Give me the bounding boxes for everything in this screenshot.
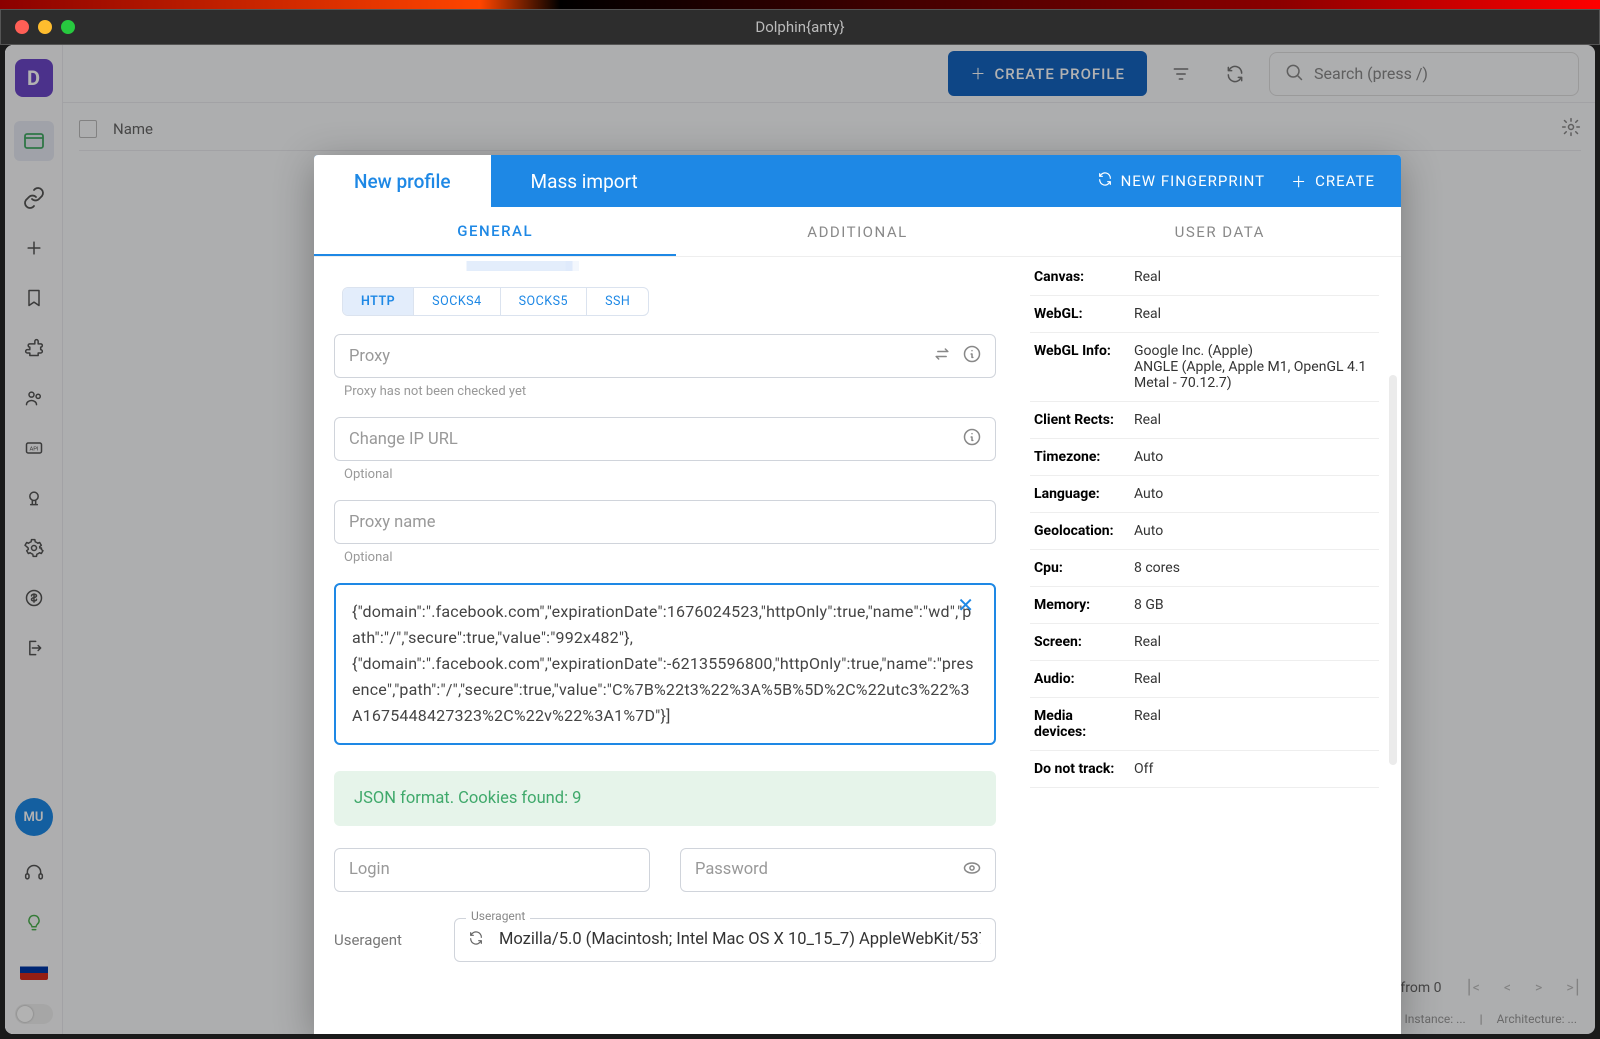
plus-icon: ＋ <box>1291 171 1307 192</box>
swap-icon[interactable] <box>932 344 952 368</box>
cookies-status-banner: JSON format. Cookies found: 9 <box>334 771 996 826</box>
proxy-name-input[interactable] <box>334 500 996 544</box>
userdata-key: Language: <box>1030 476 1130 513</box>
info-icon[interactable] <box>962 344 982 368</box>
app-frame: D API MU ＋ CREATE PROFILE Search (press … <box>5 45 1595 1034</box>
userdata-key: Timezone: <box>1030 439 1130 476</box>
useragent-input[interactable] <box>454 918 996 962</box>
userdata-value: Auto <box>1130 439 1379 476</box>
table-row: Geolocation:Auto <box>1030 513 1379 550</box>
change-ip-input[interactable] <box>334 417 996 461</box>
userdata-key: Cpu: <box>1030 550 1130 587</box>
table-row: Memory:8 GB <box>1030 587 1379 624</box>
new-fingerprint-button[interactable]: NEW FINGERPRINT <box>1097 171 1266 192</box>
userdata-value: Off <box>1130 751 1379 788</box>
form-area: HTTP SOCKS4 SOCKS5 SSH Proxy has not bee… <box>314 257 1016 1034</box>
new-fingerprint-label: NEW FINGERPRINT <box>1121 172 1266 190</box>
login-input[interactable] <box>334 848 650 892</box>
useragent-floating-label: Useragent <box>466 909 530 923</box>
table-row: Media devices:Real <box>1030 698 1379 751</box>
window-titlebar: Dolphin{anty} <box>0 9 1600 45</box>
table-row: Do not track:Off <box>1030 751 1379 788</box>
change-ip-helper: Optional <box>344 467 994 482</box>
create-profile-modal: New profile Mass import NEW FINGERPRINT … <box>314 155 1401 1034</box>
modal-section-tabs: GENERAL ADDITIONAL USER DATA <box>314 207 1401 257</box>
refresh-icon <box>1097 171 1113 191</box>
eye-icon[interactable] <box>962 858 982 882</box>
userdata-value: Real <box>1130 296 1379 333</box>
proxy-input[interactable] <box>334 334 996 378</box>
userdata-value: Auto <box>1130 476 1379 513</box>
tab-mass-import[interactable]: Mass import <box>491 155 678 207</box>
userdata-value: 8 cores <box>1130 550 1379 587</box>
userdata-value: Real <box>1130 624 1379 661</box>
userdata-value: Google Inc. (Apple) ANGLE (Apple, Apple … <box>1130 333 1379 402</box>
password-input[interactable] <box>680 848 996 892</box>
userdata-value: Real <box>1130 661 1379 698</box>
section-tab-additional[interactable]: ADDITIONAL <box>676 207 1038 256</box>
proxy-helper: Proxy has not been checked yet <box>344 384 994 399</box>
desktop-topbar <box>0 0 1600 9</box>
userdata-value: 8 GB <box>1130 587 1379 624</box>
userdata-key: Audio: <box>1030 661 1130 698</box>
userdata-key: Screen: <box>1030 624 1130 661</box>
proxy-type-socks4[interactable]: SOCKS4 <box>414 288 500 315</box>
maximize-window-icon[interactable] <box>61 20 75 34</box>
minimize-window-icon[interactable] <box>38 20 52 34</box>
userdata-key: Canvas: <box>1030 259 1130 296</box>
table-row: Cpu:8 cores <box>1030 550 1379 587</box>
tab-new-profile[interactable]: New profile <box>314 155 491 207</box>
proxy-name-helper: Optional <box>344 550 994 565</box>
create-label: CREATE <box>1315 172 1375 190</box>
userdata-value: Auto <box>1130 513 1379 550</box>
create-button[interactable]: ＋ CREATE <box>1291 171 1375 192</box>
refresh-ua-icon[interactable] <box>468 930 484 950</box>
proxy-type-http[interactable]: HTTP <box>343 288 414 315</box>
window-title: Dolphin{anty} <box>755 18 844 36</box>
table-row: Screen:Real <box>1030 624 1379 661</box>
userdata-value: Real <box>1130 402 1379 439</box>
user-data-table: Canvas:RealWebGL:RealWebGL Info:Google I… <box>1030 259 1379 788</box>
proxy-type-segment: HTTP SOCKS4 SOCKS5 SSH <box>342 287 649 316</box>
table-row: WebGL Info:Google Inc. (Apple) ANGLE (Ap… <box>1030 333 1379 402</box>
close-window-icon[interactable] <box>15 20 29 34</box>
clear-cookies-icon[interactable]: ✕ <box>957 593 974 617</box>
userdata-value: Real <box>1130 259 1379 296</box>
table-row: WebGL:Real <box>1030 296 1379 333</box>
userdata-key: Memory: <box>1030 587 1130 624</box>
table-row: Timezone:Auto <box>1030 439 1379 476</box>
userdata-key: Do not track: <box>1030 751 1130 788</box>
info-icon[interactable] <box>962 427 982 451</box>
cookies-textarea[interactable] <box>334 583 996 745</box>
table-row: Canvas:Real <box>1030 259 1379 296</box>
userdata-key: WebGL Info: <box>1030 333 1130 402</box>
proxy-type-socks5[interactable]: SOCKS5 <box>501 288 587 315</box>
useragent-label: Useragent <box>334 931 434 949</box>
table-row: Language:Auto <box>1030 476 1379 513</box>
table-row: Audio:Real <box>1030 661 1379 698</box>
partial-segment-top <box>334 261 996 271</box>
section-tab-user-data[interactable]: USER DATA <box>1039 207 1401 256</box>
userdata-value: Real <box>1130 698 1379 751</box>
userdata-key: Media devices: <box>1030 698 1130 751</box>
scrollbar-thumb[interactable] <box>1389 375 1397 765</box>
userdata-key: Geolocation: <box>1030 513 1130 550</box>
modal-header: New profile Mass import NEW FINGERPRINT … <box>314 155 1401 207</box>
userdata-key: WebGL: <box>1030 296 1130 333</box>
section-tab-general[interactable]: GENERAL <box>314 207 676 256</box>
table-row: Client Rects:Real <box>1030 402 1379 439</box>
user-data-panel: Canvas:RealWebGL:RealWebGL Info:Google I… <box>1016 257 1401 1034</box>
userdata-key: Client Rects: <box>1030 402 1130 439</box>
proxy-type-ssh[interactable]: SSH <box>587 288 648 315</box>
